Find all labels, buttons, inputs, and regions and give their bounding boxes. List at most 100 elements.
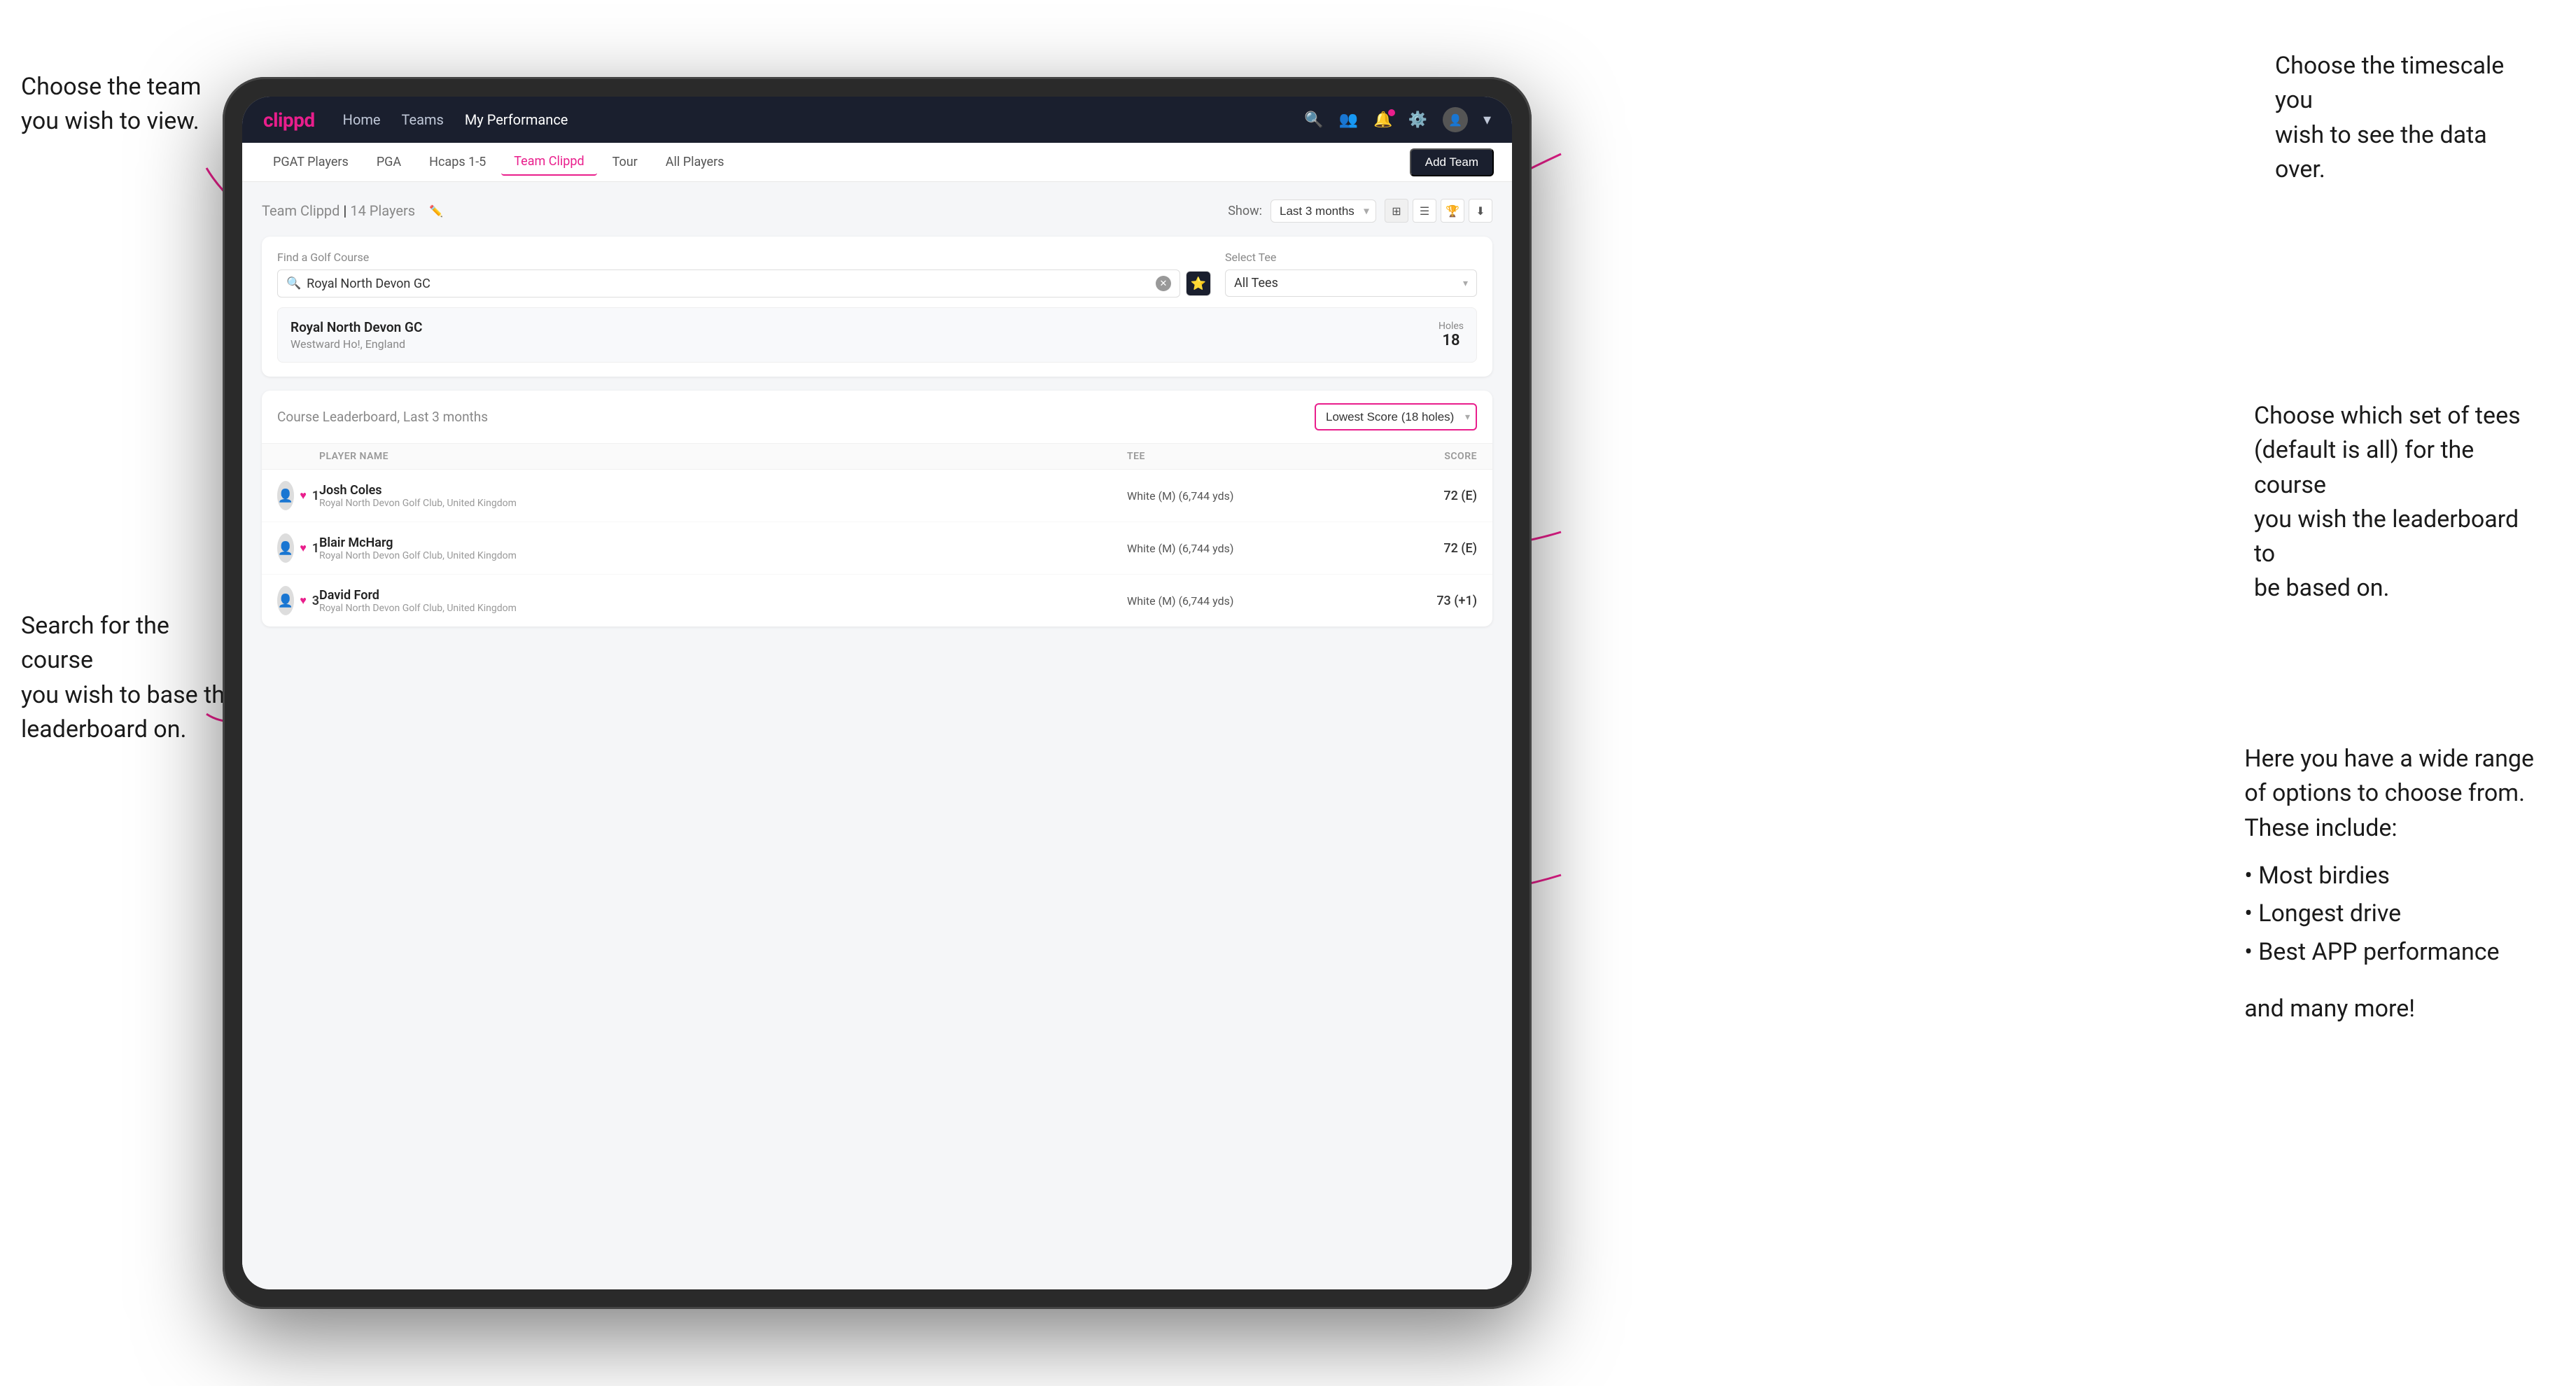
notification-icon[interactable]: 🔔 [1373, 111, 1392, 129]
edit-icon[interactable]: ✏️ [429, 204, 443, 218]
clear-search-button[interactable]: ✕ [1156, 276, 1171, 291]
leaderboard-period: Last 3 months [403, 409, 488, 425]
holes-box: Holes 18 [1438, 321, 1464, 349]
col-player: PLAYER NAME [319, 451, 1127, 462]
score-select-wrap: Lowest Score (18 holes) [1315, 403, 1477, 430]
course-location: Westward Ho!, England [290, 337, 422, 351]
score-type-select[interactable]: Lowest Score (18 holes) [1315, 403, 1477, 430]
annotation-mid-right: Choose which set of tees(default is all)… [2254, 399, 2534, 606]
period-select[interactable]: Last 3 months [1270, 200, 1376, 223]
player-count: 14 Players [350, 202, 415, 219]
team-controls: Show: Last 3 months ▾ ⊞ ☰ 🏆 ⬇ [1228, 199, 1492, 223]
annotation-top-left-text: Choose the team you wish to view. [21, 73, 201, 135]
leaderboard-section: Course Leaderboard, Last 3 months Lowest… [262, 391, 1492, 626]
team-header: Team Clippd | 14 Players ✏️ Show: Last 3… [262, 199, 1492, 223]
team-title: Team Clippd | 14 Players [262, 202, 415, 219]
tee-chevron-icon: ▾ [1463, 278, 1468, 289]
tab-all-players[interactable]: All Players [653, 149, 737, 175]
find-course-col: Find a Golf Course 🔍 Royal North Devon G… [277, 251, 1211, 298]
ipad-screen: clippd Home Teams My Performance 🔍 👥 🔔 ⚙… [242, 97, 1512, 1289]
nav-teams[interactable]: Teams [402, 111, 444, 128]
download-icon[interactable]: ⬇ [1469, 199, 1492, 223]
annotation-bottom-right-intro: Here you have a wide rangeof options to … [2244, 745, 2534, 842]
leaderboard-title-text: Course Leaderboard, [277, 409, 400, 425]
view-icons: ⊞ ☰ 🏆 ⬇ [1385, 199, 1492, 223]
heart-icon-2: ♥ [300, 541, 307, 555]
star-button[interactable]: ⭐ [1186, 271, 1211, 296]
search-course-input[interactable]: Royal North Devon GC [307, 276, 1150, 291]
holes-number: 18 [1438, 332, 1464, 349]
tee-select-wrap[interactable]: All Tees ▾ [1225, 270, 1477, 297]
heart-icon-3: ♥ [300, 594, 307, 608]
annotation-bottom-left-text: Search for the courseyou wish to base th… [21, 612, 237, 743]
tee-col: Select Tee All Tees ▾ [1225, 251, 1477, 297]
player-club-3: Royal North Devon Golf Club, United King… [319, 603, 1127, 614]
rank-cell-1: 👤 ♥ 1 [277, 481, 319, 510]
player-name-2: Blair McHarg [319, 536, 1127, 550]
team-title-wrap: Team Clippd | 14 Players ✏️ [262, 202, 443, 219]
search-inline-icon: 🔍 [286, 276, 301, 290]
option-drive: Longest drive [2244, 895, 2534, 932]
player-info-2: Blair McHarg Royal North Devon Golf Club… [319, 536, 1127, 561]
tee-label: Select Tee [1225, 251, 1477, 264]
nav-links: Home Teams My Performance [343, 111, 1305, 128]
options-list: Most birdies Longest drive Best APP perf… [2244, 857, 2534, 971]
annotation-bottom-left: Search for the courseyou wish to base th… [21, 609, 238, 747]
add-team-button[interactable]: Add Team [1410, 148, 1494, 176]
course-info: Royal North Devon GC Westward Ho!, Engla… [290, 319, 422, 351]
player-club-1: Royal North Devon Golf Club, United King… [319, 498, 1127, 509]
search-icon[interactable]: 🔍 [1304, 111, 1323, 129]
ipad-frame: clippd Home Teams My Performance 🔍 👥 🔔 ⚙… [223, 77, 1532, 1309]
player-avatar-3: 👤 [277, 586, 294, 615]
list-view-icon[interactable]: ☰ [1413, 199, 1436, 223]
search-section: Find a Golf Course 🔍 Royal North Devon G… [262, 237, 1492, 377]
grid-view-icon[interactable]: ⊞ [1385, 199, 1408, 223]
app-logo: clippd [263, 108, 315, 132]
tab-team-clippd[interactable]: Team Clippd [501, 148, 596, 176]
annotation-top-right-text: Choose the timescale youwish to see the … [2275, 52, 2504, 183]
leaderboard-title-wrap: Course Leaderboard, Last 3 months [277, 409, 488, 425]
annotation-mid-right-text: Choose which set of tees(default is all)… [2254, 402, 2521, 602]
nav-my-performance[interactable]: My Performance [465, 111, 568, 128]
leaderboard-title: Course Leaderboard, Last 3 months [277, 409, 488, 425]
tab-tour[interactable]: Tour [600, 149, 650, 175]
notification-badge-dot [1388, 109, 1395, 116]
annotation-top-left: Choose the team you wish to view. [21, 70, 217, 139]
and-more-text: and many more! [2244, 992, 2534, 1026]
sub-nav-tabs: PGAT Players PGA Hcaps 1-5 Team Clippd T… [260, 148, 736, 176]
settings-icon[interactable]: ⚙️ [1408, 111, 1427, 129]
user-avatar[interactable]: 👤 [1443, 107, 1468, 132]
score-1: 72 (E) [1337, 489, 1477, 503]
tab-pga[interactable]: PGA [364, 149, 414, 175]
rank-1: 1 [312, 489, 319, 503]
rank-2: 1 [312, 541, 319, 556]
tee-select-value: All Tees [1234, 276, 1278, 290]
tee-1: White (M) (6,744 yds) [1127, 489, 1337, 503]
player-avatar-2: 👤 [277, 533, 294, 563]
nav-home[interactable]: Home [343, 111, 381, 128]
people-icon[interactable]: 👥 [1339, 111, 1358, 129]
search-input-wrap: 🔍 Royal North Devon GC ✕ [277, 270, 1180, 298]
table-row: 👤 ♥ 1 Blair McHarg Royal North Devon Gol… [262, 522, 1492, 575]
leaderboard-header: Course Leaderboard, Last 3 months Lowest… [262, 391, 1492, 444]
course-result[interactable]: Royal North Devon GC Westward Ho!, Engla… [277, 307, 1477, 363]
player-club-2: Royal North Devon Golf Club, United King… [319, 550, 1127, 561]
trophy-icon[interactable]: 🏆 [1441, 199, 1464, 223]
tab-pgat-players[interactable]: PGAT Players [260, 149, 361, 175]
table-header: PLAYER NAME TEE SCORE [262, 444, 1492, 470]
tee-2: White (M) (6,744 yds) [1127, 542, 1337, 555]
col-tee: TEE [1127, 451, 1337, 462]
col-rank [277, 451, 319, 462]
course-name: Royal North Devon GC [290, 319, 422, 335]
player-name-1: Josh Coles [319, 483, 1127, 498]
find-label: Find a Golf Course [277, 251, 1211, 264]
show-label: Show: [1228, 204, 1262, 218]
score-2: 72 (E) [1337, 541, 1477, 556]
nav-icons: 🔍 👥 🔔 ⚙️ 👤 ▾ [1304, 107, 1491, 132]
heart-icon-1: ♥ [300, 489, 307, 503]
player-name-3: David Ford [319, 588, 1127, 603]
table-row: 👤 ♥ 3 David Ford Royal North Devon Golf … [262, 575, 1492, 626]
tab-hcaps[interactable]: Hcaps 1-5 [416, 149, 498, 175]
player-info-1: Josh Coles Royal North Devon Golf Club, … [319, 483, 1127, 509]
search-input-group: 🔍 Royal North Devon GC ✕ ⭐ [277, 270, 1211, 298]
